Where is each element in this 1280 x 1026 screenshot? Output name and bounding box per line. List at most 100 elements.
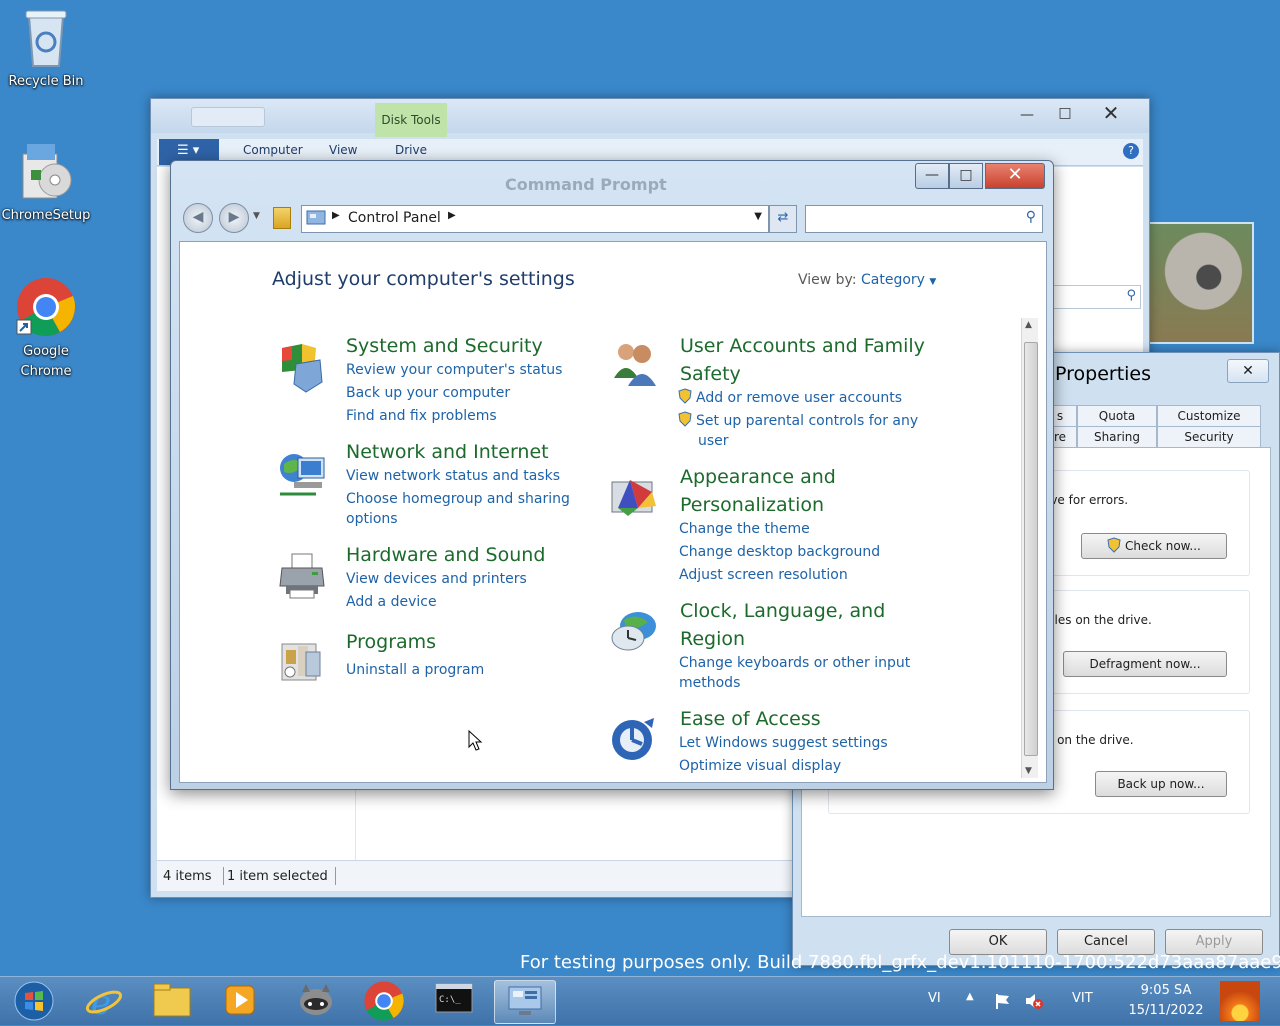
chevron-right-icon: ▶ — [332, 210, 340, 221]
clock[interactable]: 9:05 SA 15/11/2022 — [1122, 981, 1210, 1021]
link-network-status[interactable]: View network status and tasks — [346, 466, 560, 486]
explorer-titlebar[interactable]: Disk Tools — □ ✕ — [151, 99, 1149, 137]
breadcrumb-control-panel[interactable]: Control Panel — [348, 210, 441, 226]
link-screen-resolution[interactable]: Adjust screen resolution — [679, 565, 848, 585]
link-review-status[interactable]: Review your computer's status — [346, 360, 562, 380]
category-programs[interactable]: Programs — [346, 628, 436, 656]
show-hidden-icons-icon[interactable]: ▲ — [966, 991, 974, 1002]
link-change-theme[interactable]: Change the theme — [679, 519, 810, 539]
help-icon[interactable]: ? — [1123, 143, 1139, 159]
category-clock-language[interactable]: Clock, Language, and Region — [680, 597, 885, 653]
tab-drive[interactable]: Drive — [395, 143, 427, 157]
link-homegroup-sharing-cont[interactable]: options — [346, 509, 398, 529]
chevron-down-icon[interactable]: ▼ — [754, 211, 762, 222]
language-indicator[interactable]: VI — [928, 991, 941, 1006]
ease-of-access-icon — [612, 718, 654, 760]
link-parental-controls[interactable]: Set up parental controls for any — [678, 411, 918, 431]
explorer-search-box[interactable]: ⚲ — [1047, 285, 1141, 309]
category-appearance[interactable]: Appearance and Personalization — [680, 463, 836, 519]
control-panel-icon — [508, 986, 542, 1015]
tab-security[interactable]: Security — [1157, 426, 1261, 448]
category-user-accounts[interactable]: User Accounts and Family Safety — [680, 332, 925, 388]
scroll-up-icon[interactable]: ▲ — [1025, 320, 1032, 330]
tab-view[interactable]: View — [329, 143, 357, 157]
address-bar[interactable]: ▶ Control Panel ▶ ▼ — [301, 205, 769, 233]
taskbar-raccoon-app[interactable] — [286, 980, 346, 1022]
taskbar-chrome[interactable] — [354, 980, 414, 1022]
taskbar-explorer[interactable] — [142, 980, 202, 1022]
desktop-icon-recycle-bin[interactable]: Recycle Bin — [0, 6, 92, 92]
category-system-security[interactable]: System and Security — [346, 332, 543, 360]
scroll-down-icon[interactable]: ▼ — [1025, 766, 1032, 776]
quick-access-toolbar[interactable] — [191, 107, 265, 127]
start-orb-icon — [14, 981, 54, 1021]
desktop-icon-chromesetup[interactable]: ChromeSetup — [0, 140, 92, 226]
show-desktop-thumbnail[interactable] — [1220, 981, 1260, 1021]
category-user-accounts-line2: Safety — [680, 363, 741, 385]
properties-close-button[interactable]: ✕ — [1227, 359, 1269, 383]
link-back-up-computer[interactable]: Back up your computer — [346, 383, 510, 403]
link-windows-suggest[interactable]: Let Windows suggest settings — [679, 733, 888, 753]
category-appearance-line1: Appearance and — [680, 466, 836, 488]
view-by-dropdown[interactable]: Category ▼ — [861, 272, 936, 288]
speaker-muted-icon[interactable] — [1024, 992, 1044, 1010]
recent-pages-icon[interactable]: ▼ — [253, 211, 260, 221]
refresh-button[interactable]: ⇄ — [769, 205, 797, 233]
clock-time: 9:05 SA — [1140, 983, 1192, 998]
link-devices-printers[interactable]: View devices and printers — [346, 569, 527, 589]
cp-maximize-button[interactable]: □ — [949, 163, 983, 189]
svg-text:C:\_: C:\_ — [439, 995, 461, 1005]
start-button[interactable] — [4, 980, 64, 1022]
taskbar-control-panel[interactable] — [494, 980, 556, 1024]
desktop-icon-google-chrome[interactable]: Google Chrome — [0, 276, 92, 382]
cp-close-button[interactable]: ✕ — [985, 163, 1045, 189]
disk-tools-tab[interactable]: Disk Tools — [375, 103, 447, 137]
ime-indicator[interactable]: VIT — [1072, 991, 1093, 1006]
appearance-icon — [611, 480, 656, 516]
control-panel-window[interactable]: Command Prompt — □ ✕ ◀ ▶ ▼ ▶ Control Pan… — [170, 160, 1054, 790]
tab-sharing[interactable]: Sharing — [1077, 426, 1157, 448]
link-homegroup-sharing[interactable]: Choose homegroup and sharing — [346, 489, 570, 509]
check-now-label: Check now... — [1124, 539, 1201, 553]
search-box[interactable]: ⚲ — [805, 205, 1043, 233]
users-icon — [614, 344, 656, 386]
taskbar-command-prompt[interactable]: C:\_ — [424, 980, 484, 1022]
back-button[interactable]: ◀ — [183, 203, 213, 233]
link-add-device[interactable]: Add a device — [346, 592, 437, 612]
forward-button[interactable]: ▶ — [219, 203, 249, 233]
link-parental-controls-cont[interactable]: user — [698, 431, 729, 451]
up-folder-icon[interactable] — [273, 207, 291, 229]
search-icon: ⚲ — [1025, 209, 1036, 225]
check-now-button[interactable]: Check now... — [1081, 533, 1227, 559]
category-appearance-line2: Personalization — [680, 494, 825, 516]
link-find-fix-problems[interactable]: Find and fix problems — [346, 406, 497, 426]
action-center-flag-icon[interactable] — [994, 992, 1012, 1010]
tab-computer[interactable]: Computer — [243, 143, 303, 157]
explorer-maximize-button[interactable]: □ — [1051, 103, 1079, 123]
link-optimize-visual[interactable]: Optimize visual display — [679, 756, 841, 776]
link-add-remove-users-label: Add or remove user accounts — [696, 390, 902, 406]
clock-date: 15/11/2022 — [1128, 1003, 1204, 1018]
back-up-now-button[interactable]: Back up now... — [1095, 771, 1227, 797]
explorer-minimize-button[interactable]: — — [1013, 105, 1041, 125]
tab-customize[interactable]: Customize — [1157, 405, 1261, 427]
link-desktop-background[interactable]: Change desktop background — [679, 542, 880, 562]
taskbar-media-player[interactable] — [210, 980, 270, 1022]
category-network-internet[interactable]: Network and Internet — [346, 438, 549, 466]
tab-quota[interactable]: Quota — [1077, 405, 1157, 427]
internet-explorer-icon: e — [85, 983, 123, 1023]
taskbar-internet-explorer[interactable]: e — [74, 980, 134, 1023]
scrollbar-thumb[interactable] — [1024, 342, 1038, 756]
link-uninstall-program[interactable]: Uninstall a program — [346, 660, 484, 680]
search-input[interactable] — [810, 209, 1014, 229]
cp-minimize-button[interactable]: — — [915, 163, 949, 189]
link-add-remove-users[interactable]: Add or remove user accounts — [678, 388, 902, 408]
chevron-down-icon: ▼ — [929, 277, 937, 287]
vertical-scrollbar[interactable]: ▲ ▼ — [1021, 318, 1038, 778]
category-ease-of-access[interactable]: Ease of Access — [680, 705, 821, 733]
link-change-keyboards-cont[interactable]: methods — [679, 673, 740, 693]
link-change-keyboards[interactable]: Change keyboards or other input — [679, 653, 910, 673]
explorer-close-button[interactable]: ✕ — [1097, 103, 1125, 123]
defragment-now-button[interactable]: Defragment now... — [1063, 651, 1227, 677]
category-hardware-sound[interactable]: Hardware and Sound — [346, 541, 545, 569]
